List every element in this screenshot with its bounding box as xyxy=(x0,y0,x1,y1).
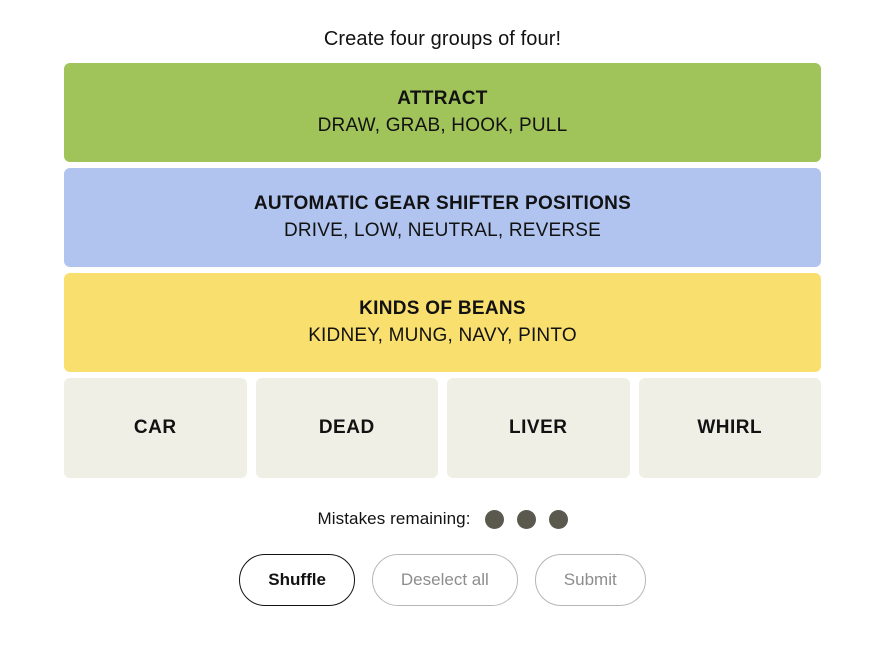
mistakes-remaining: Mistakes remaining: xyxy=(64,509,821,529)
solved-category-members: DRIVE, LOW, NEUTRAL, REVERSE xyxy=(283,220,602,241)
solved-category-title: KINDS OF BEANS xyxy=(359,298,526,319)
solved-category-members: DRAW, GRAB, HOOK, PULL xyxy=(317,115,568,136)
solved-category-yellow: KINDS OF BEANS KIDNEY, MUNG, NAVY, PINTO xyxy=(64,273,821,372)
shuffle-button[interactable]: Shuffle xyxy=(239,554,355,606)
word-tiles-row: CAR DEAD LIVER WHIRL xyxy=(64,378,821,478)
word-tile-whirl[interactable]: WHIRL xyxy=(638,378,821,478)
mistake-dot xyxy=(548,509,568,529)
mistakes-dots xyxy=(484,509,568,529)
solved-category-title: ATTRACT xyxy=(397,88,488,109)
word-tile-dead[interactable]: DEAD xyxy=(255,378,438,478)
mistakes-label: Mistakes remaining: xyxy=(317,509,471,528)
game-board: ATTRACT DRAW, GRAB, HOOK, PULL AUTOMATIC… xyxy=(64,51,821,606)
solved-category-title: AUTOMATIC GEAR SHIFTER POSITIONS xyxy=(253,193,632,214)
solved-category-blue: AUTOMATIC GEAR SHIFTER POSITIONS DRIVE, … xyxy=(64,168,821,267)
word-tile-car[interactable]: CAR xyxy=(64,378,247,478)
connections-game: Create four groups of four! ATTRACT DRAW… xyxy=(0,0,885,647)
game-controls: Shuffle Deselect all Submit xyxy=(64,554,821,606)
submit-button[interactable]: Submit xyxy=(534,554,646,606)
solved-category-green: ATTRACT DRAW, GRAB, HOOK, PULL xyxy=(64,63,821,162)
word-tile-liver[interactable]: LIVER xyxy=(447,378,630,478)
deselect-all-button[interactable]: Deselect all xyxy=(371,554,518,606)
game-prompt: Create four groups of four! xyxy=(323,28,562,50)
solved-category-members: KIDNEY, MUNG, NAVY, PINTO xyxy=(308,325,577,346)
mistake-dot xyxy=(484,509,504,529)
mistake-dot xyxy=(516,509,536,529)
